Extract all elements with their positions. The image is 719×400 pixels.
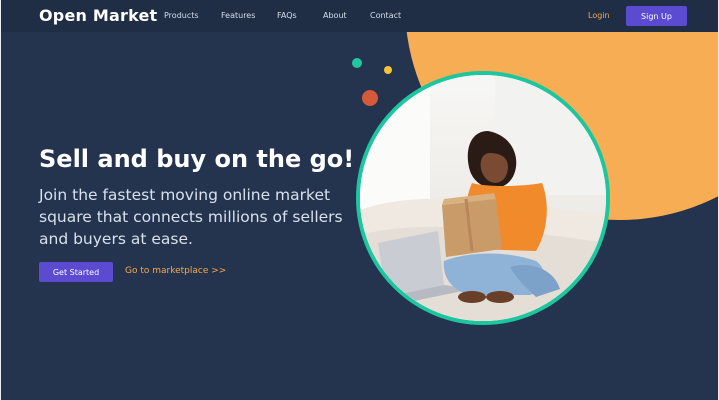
brand-logo-text[interactable]: Open Market (39, 6, 157, 25)
green-dot-decoration (352, 58, 362, 68)
red-dot-decoration (362, 90, 378, 106)
get-started-button[interactable]: Get Started (39, 262, 113, 282)
nav-link-about[interactable]: About (323, 11, 347, 20)
yellow-dot-decoration (384, 66, 392, 74)
login-link[interactable]: Login (588, 11, 610, 20)
nav-link-contact[interactable]: Contact (370, 11, 401, 20)
landing-page: Open Market Products Features FAQs About… (0, 0, 719, 400)
hero-title: Sell and buy on the go! (39, 145, 355, 173)
hero-photo (356, 71, 610, 325)
nav-link-products[interactable]: Products (164, 11, 199, 20)
signup-button[interactable]: Sign Up (626, 6, 687, 26)
go-to-marketplace-link[interactable]: Go to marketplace >> (125, 266, 226, 276)
top-navigation-bar: Open Market Products Features FAQs About… (1, 0, 718, 32)
woman-with-package-illustration (360, 75, 606, 321)
nav-link-features[interactable]: Features (221, 11, 255, 20)
hero-subtitle: Join the fastest moving online market sq… (39, 186, 343, 248)
nav-link-faqs[interactable]: FAQs (277, 11, 297, 20)
